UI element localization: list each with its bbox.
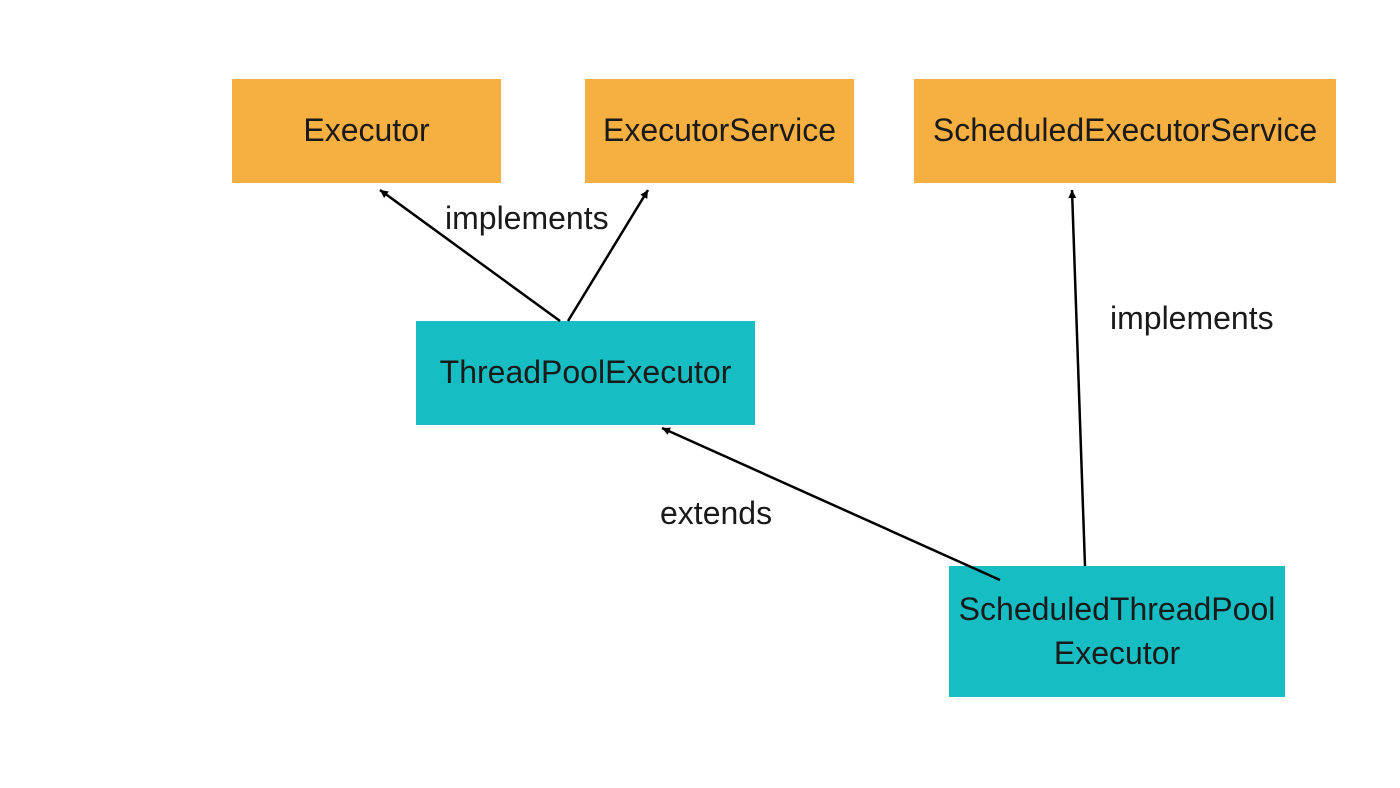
node-executor-service: ExecutorService bbox=[585, 79, 854, 183]
node-label: ExecutorService bbox=[603, 109, 836, 152]
edge-stpe-to-ses bbox=[1072, 190, 1085, 566]
node-label: Executor bbox=[303, 109, 429, 152]
node-scheduled-thread-pool-executor: ScheduledThreadPool Executor bbox=[949, 566, 1285, 697]
edge-label-extends: extends bbox=[660, 495, 772, 532]
node-label: ThreadPoolExecutor bbox=[440, 351, 732, 394]
node-thread-pool-executor: ThreadPoolExecutor bbox=[416, 321, 755, 425]
node-label: ScheduledExecutorService bbox=[933, 109, 1317, 152]
node-scheduled-executor-service: ScheduledExecutorService bbox=[914, 79, 1336, 183]
edge-label-implements-1: implements bbox=[445, 200, 609, 237]
edge-label-implements-2: implements bbox=[1110, 300, 1274, 337]
node-label: ScheduledThreadPool Executor bbox=[959, 588, 1276, 674]
node-executor: Executor bbox=[232, 79, 501, 183]
